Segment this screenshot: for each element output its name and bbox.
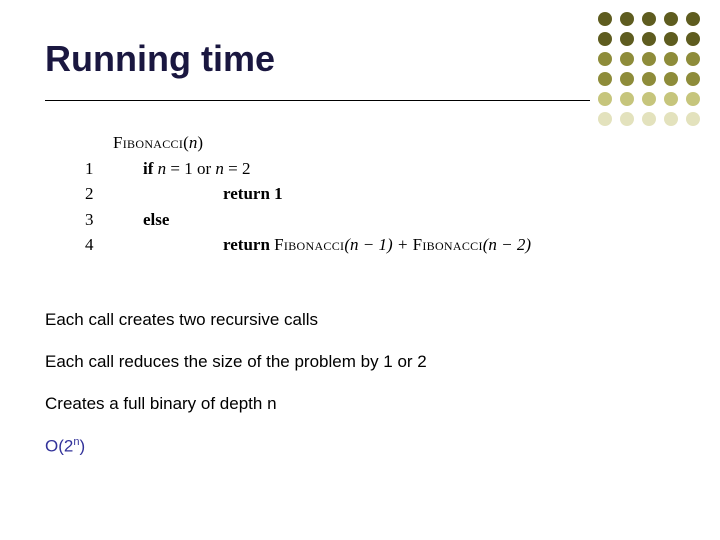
eq-text: = 2 bbox=[224, 159, 251, 178]
line-number: 4 bbox=[85, 232, 113, 258]
decorative-dot bbox=[598, 112, 612, 126]
body-text: Each call creates two recursive calls Ea… bbox=[45, 310, 427, 479]
decorative-dot bbox=[598, 52, 612, 66]
keyword-return: return 1 bbox=[223, 184, 283, 203]
complexity-big-o: O(2n) bbox=[45, 436, 427, 457]
decorative-dot bbox=[620, 12, 634, 26]
keyword-if: if bbox=[143, 159, 153, 178]
decorative-dot bbox=[642, 92, 656, 106]
bullet-2: Each call reduces the size of the proble… bbox=[45, 352, 427, 372]
decorative-dot bbox=[686, 72, 700, 86]
decorative-dot bbox=[642, 32, 656, 46]
line-number: 2 bbox=[85, 181, 113, 207]
keyword-else: else bbox=[143, 210, 169, 229]
decorative-dot bbox=[620, 72, 634, 86]
decorative-dot bbox=[664, 32, 678, 46]
line-number: 1 bbox=[85, 156, 113, 182]
arg-text: (n − 2) bbox=[483, 235, 531, 254]
var-n: n bbox=[211, 159, 224, 178]
decorative-dot bbox=[686, 52, 700, 66]
keyword-return: return bbox=[223, 235, 274, 254]
title-underline bbox=[45, 100, 590, 101]
pseudocode-line-3: 3 else bbox=[85, 207, 531, 233]
big-o-prefix: O(2 bbox=[45, 437, 73, 456]
decorative-dot bbox=[686, 12, 700, 26]
decorative-dot bbox=[664, 72, 678, 86]
decorative-dot bbox=[620, 32, 634, 46]
decorative-dot bbox=[686, 92, 700, 106]
decorative-dot bbox=[620, 92, 634, 106]
decorative-dot bbox=[664, 112, 678, 126]
slide-title: Running time bbox=[45, 38, 275, 80]
fn-name: Fibonacci bbox=[413, 235, 483, 254]
fn-name: Fibonacci bbox=[113, 133, 183, 152]
fn-name: Fibonacci bbox=[274, 235, 344, 254]
fn-arg: n bbox=[189, 133, 198, 152]
keyword-or: or bbox=[197, 159, 211, 178]
big-o-suffix: ) bbox=[80, 437, 86, 456]
decorative-dot bbox=[620, 52, 634, 66]
decorative-dot-grid bbox=[598, 12, 702, 128]
pseudocode-line-1: 1 if n = 1 or n = 2 bbox=[85, 156, 531, 182]
bullet-1: Each call creates two recursive calls bbox=[45, 310, 427, 330]
decorative-dot bbox=[598, 32, 612, 46]
var-n: n bbox=[158, 159, 167, 178]
decorative-dot bbox=[598, 72, 612, 86]
arg-text: (n − 1) + bbox=[344, 235, 412, 254]
decorative-dot bbox=[642, 52, 656, 66]
pseudocode-block: Fibonacci(n) 1 if n = 1 or n = 2 2 retur… bbox=[85, 130, 531, 258]
decorative-dot bbox=[664, 52, 678, 66]
decorative-dot bbox=[686, 32, 700, 46]
decorative-dot bbox=[620, 112, 634, 126]
pseudocode-line-4: 4 return Fibonacci(n − 1) + Fibonacci(n … bbox=[85, 232, 531, 258]
decorative-dot bbox=[642, 12, 656, 26]
eq-text: = 1 bbox=[166, 159, 197, 178]
slide: Running time Fibonacci(n) 1 if n = 1 or … bbox=[0, 0, 720, 540]
decorative-dot bbox=[598, 92, 612, 106]
line-number: 3 bbox=[85, 207, 113, 233]
bullet-3: Creates a full binary of depth n bbox=[45, 394, 427, 414]
decorative-dot bbox=[598, 12, 612, 26]
pseudocode-header: Fibonacci(n) bbox=[85, 130, 531, 156]
decorative-dot bbox=[642, 72, 656, 86]
decorative-dot bbox=[664, 92, 678, 106]
decorative-dot bbox=[664, 12, 678, 26]
decorative-dot bbox=[642, 112, 656, 126]
decorative-dot bbox=[686, 112, 700, 126]
pseudocode-line-2: 2 return 1 bbox=[85, 181, 531, 207]
